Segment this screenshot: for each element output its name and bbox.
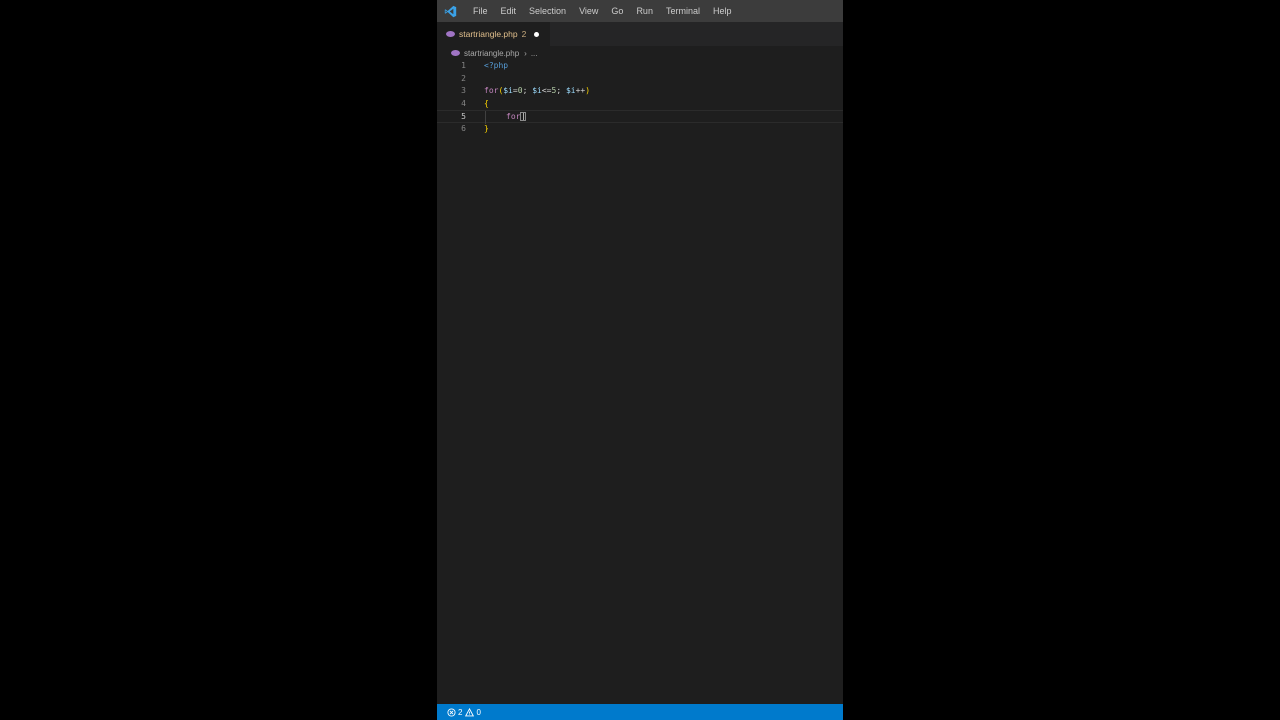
line-number: 4 [461, 98, 466, 108]
breadcrumb-more[interactable]: ... [531, 49, 538, 58]
menu-terminal[interactable]: Terminal [659, 0, 706, 22]
code-line: 1 <?php [437, 60, 843, 73]
line-number: 2 [461, 73, 466, 83]
tab-filename: startriangle.php [459, 29, 518, 39]
tab-bar: startriangle.php 2 [437, 22, 843, 46]
code-line: 2 [437, 73, 843, 86]
tab-startriangle[interactable]: startriangle.php 2 [437, 22, 550, 46]
warning-icon [465, 707, 475, 716]
menu-view[interactable]: View [572, 0, 604, 22]
problems-indicator[interactable]: 2 0 [447, 707, 484, 717]
status-bar: 2 0 [437, 704, 843, 720]
code-text: for($i=0; $i<=5; $i++) [484, 86, 591, 96]
breadcrumb: startriangle.php › ... [437, 46, 843, 60]
warning-count: 0 [476, 707, 481, 717]
code-line: 4 { [437, 98, 843, 111]
menu-file[interactable]: File [466, 0, 494, 22]
error-count: 2 [458, 707, 463, 717]
code-line: 6 } [437, 123, 843, 136]
title-bar: File Edit Selection View Go Run Terminal… [437, 0, 843, 22]
line-number: 1 [461, 61, 466, 70]
text-cursor [520, 112, 527, 122]
line-number: 3 [461, 86, 466, 96]
code-line: 3 for($i=0; $i<=5; $i++) [437, 85, 843, 98]
error-icon [447, 707, 456, 717]
menu-run[interactable]: Run [629, 0, 659, 22]
menu-selection[interactable]: Selection [522, 0, 572, 22]
editor-window: File Edit Selection View Go Run Terminal… [437, 0, 843, 720]
code-editor[interactable]: 1 <?php 2 3 for($i=0; $i<=5; $i++) 4 { 5… [437, 60, 843, 704]
php-file-icon [451, 50, 460, 56]
breadcrumb-file[interactable]: startriangle.php [464, 49, 519, 58]
unsaved-dot-icon[interactable] [534, 31, 540, 37]
code-line-current: 5 for [437, 110, 843, 124]
line-number: 6 [461, 124, 466, 133]
tab-problem-count: 2 [521, 29, 527, 39]
chevron-right-icon: › [524, 48, 527, 58]
vscode-icon[interactable] [444, 4, 458, 18]
code-text: { [484, 98, 489, 108]
menu-edit[interactable]: Edit [494, 0, 523, 22]
menu-go[interactable]: Go [604, 0, 629, 22]
code-text: } [484, 124, 489, 133]
code-text: <?php [484, 61, 509, 70]
menu-help[interactable]: Help [706, 0, 738, 22]
php-file-icon [446, 31, 455, 37]
